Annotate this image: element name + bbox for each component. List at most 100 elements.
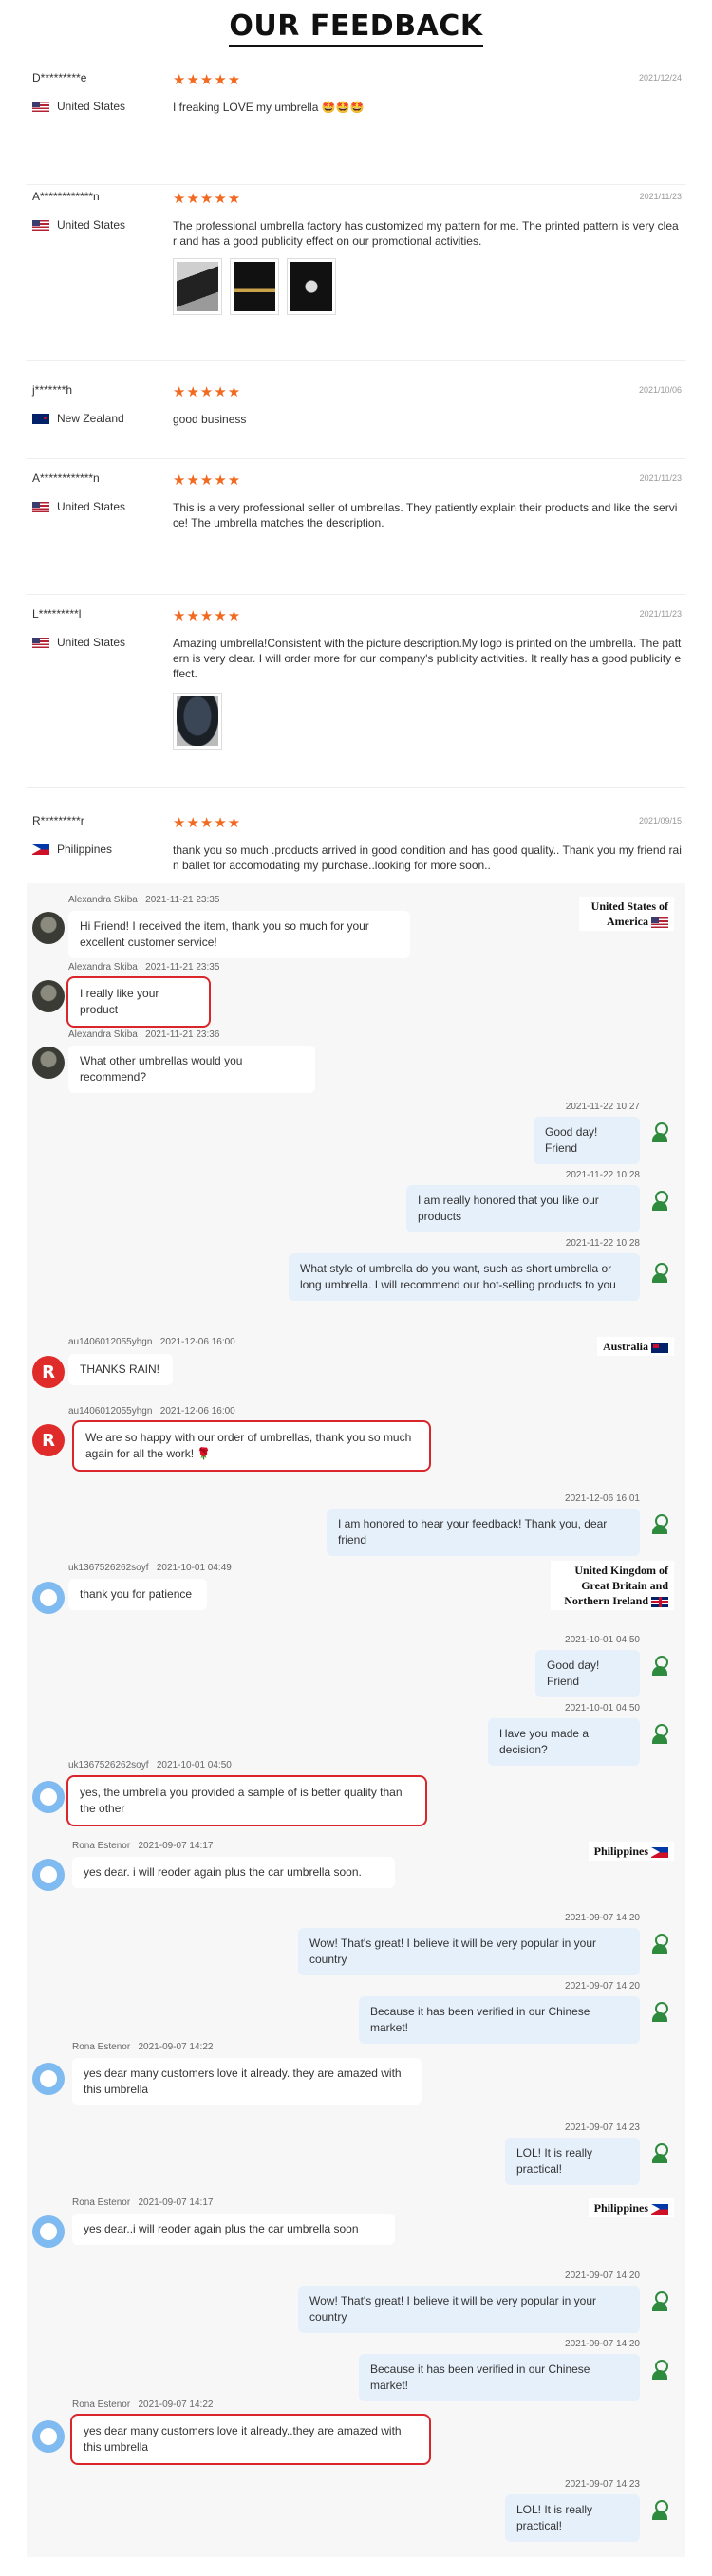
review-date: 2021/11/23 [639, 473, 682, 483]
message-meta: uk1367526262soyf 2021-10-01 04:49 [68, 1563, 232, 1573]
message-bubble: I am honored to hear your feedback! Than… [327, 1509, 640, 1556]
reviewer-country: United States [32, 218, 125, 232]
review-date: 2021/10/06 [638, 385, 682, 395]
message-meta: Rona Estenor 2021-09-07 14:22 [72, 2042, 214, 2052]
country-label: Philippines [588, 2198, 674, 2217]
us-flag-icon [32, 101, 49, 112]
reviewer-country: United States [32, 636, 125, 649]
agent-avatar-icon [651, 1514, 668, 1535]
message-bubble: thank you for patience [68, 1579, 207, 1610]
uk-flag-icon [651, 1596, 668, 1607]
review-item: D*********e United States ★★★★★ 2021/12/… [27, 71, 685, 185]
avatar: R [32, 1424, 65, 1456]
country-label: Philippines [588, 1842, 674, 1861]
review-photo[interactable] [230, 258, 279, 315]
us-flag-icon [32, 637, 49, 648]
message-bubble: yes, the umbrella you provided a sample … [66, 1775, 427, 1826]
message-meta: Rona Estenor 2021-09-07 14:17 [72, 2197, 214, 2208]
country-label: United States of America [579, 897, 674, 931]
message-bubble: What style of umbrella do you want, such… [289, 1253, 640, 1301]
message-bubble: yes dear many customers love it already.… [72, 2058, 422, 2105]
avatar [32, 1582, 65, 1614]
us-flag-icon [32, 219, 49, 231]
message-time: 2021-09-07 14:20 [565, 2270, 640, 2281]
message-time: 2021-09-07 14:20 [565, 1913, 640, 1923]
review-text: The professional umbrella factory has cu… [173, 219, 679, 248]
message-time: 2021-11-22 10:27 [565, 1102, 640, 1112]
ph-flag-icon [651, 2203, 668, 2215]
message-bubble: Wow! That's great! I believe it will be … [298, 2286, 640, 2333]
message-bubble: yes dear..i will reoder again plus the c… [72, 2214, 395, 2245]
agent-avatar-icon [651, 2360, 668, 2381]
reviewer-country: United States [32, 500, 125, 513]
review-item: A************n United States ★★★★★ 2021/… [27, 472, 685, 595]
reviewer-country: United States [32, 100, 125, 113]
star-rating: ★★★★★ [173, 473, 242, 489]
review-date: 2021/11/23 [639, 609, 682, 619]
agent-avatar-icon [651, 1724, 668, 1745]
review-photos [173, 693, 222, 750]
message-meta: uk1367526262soyf 2021-10-01 04:50 [68, 1760, 232, 1770]
review-photos [173, 258, 336, 315]
message-bubble: Because it has been verified in our Chin… [359, 1996, 640, 2044]
review-date: 2021/12/24 [638, 73, 682, 83]
chat-screenshots: United States of America Alexandra Skiba… [27, 883, 685, 2557]
message-bubble: What other umbrellas would you recommend… [68, 1046, 315, 1093]
message-meta: Alexandra Skiba 2021-11-21 23:35 [68, 895, 220, 905]
message-time: 2021-09-07 14:23 [565, 2479, 640, 2490]
review-date: 2021/09/15 [638, 816, 682, 825]
reviewer-name: R*********r [32, 814, 84, 827]
message-bubble: We are so happy with our order of umbrel… [72, 1420, 431, 1472]
agent-avatar-icon [651, 1191, 668, 1212]
star-rating: ★★★★★ [173, 608, 242, 624]
us-flag-icon [651, 917, 668, 928]
reviewer-name: A************n [32, 472, 100, 485]
message-time: 2021-10-01 04:50 [565, 1703, 640, 1714]
message-meta: Alexandra Skiba 2021-11-21 23:36 [68, 1029, 220, 1040]
message-time: 2021-09-07 14:20 [565, 1981, 640, 1992]
message-meta: au1406012055yhgn 2021-12-06 16:00 [68, 1406, 235, 1417]
au-flag-icon [651, 1342, 668, 1353]
message-meta: au1406012055yhgn 2021-12-06 16:00 [68, 1337, 235, 1347]
reviewer-name: L*********l [32, 607, 82, 621]
message-meta: Alexandra Skiba 2021-11-21 23:35 [68, 962, 220, 973]
agent-avatar-icon [651, 1122, 668, 1143]
message-time: 2021-10-01 04:50 [565, 1635, 640, 1645]
avatar [32, 1047, 65, 1079]
avatar: R [32, 1356, 65, 1388]
review-photo[interactable] [287, 258, 336, 315]
avatar [32, 2420, 65, 2453]
avatar [32, 912, 65, 944]
avatar [32, 2063, 65, 2095]
reviewer-country: New Zealand [32, 412, 124, 425]
avatar [32, 1859, 65, 1891]
agent-avatar-icon [651, 2500, 668, 2521]
reviewer-name: j*******h [32, 383, 73, 397]
nz-flag-icon [32, 413, 49, 424]
agent-avatar-icon [651, 2143, 668, 2164]
message-bubble: Because it has been verified in our Chin… [359, 2354, 640, 2401]
message-bubble: Hi Friend! I received the item, thank yo… [68, 911, 410, 958]
review-item: j*******h New Zealand ★★★★★ 2021/10/06 g… [27, 383, 685, 459]
agent-avatar-icon [651, 1934, 668, 1955]
star-rating: ★★★★★ [173, 191, 242, 207]
message-bubble: Have you made a decision? [488, 1718, 640, 1766]
star-rating: ★★★★★ [173, 815, 242, 831]
message-time: 2021-11-22 10:28 [565, 1170, 640, 1180]
review-photo[interactable] [173, 693, 222, 750]
us-flag-icon [32, 501, 49, 512]
avatar [32, 980, 65, 1012]
message-bubble: Wow! That's great! I believe it will be … [298, 1928, 640, 1975]
message-bubble: I am really honored that you like our pr… [406, 1185, 640, 1232]
country-label: Australia [597, 1337, 674, 1356]
reviewer-name: A************n [32, 190, 100, 203]
message-bubble: Good day! Friend [534, 1117, 640, 1164]
review-item: L*********l United States ★★★★★ 2021/11/… [27, 607, 685, 788]
agent-avatar-icon [651, 2291, 668, 2312]
review-photo[interactable] [173, 258, 222, 315]
agent-avatar-icon [651, 2002, 668, 2023]
message-bubble: yes dear. i will reoder again plus the c… [72, 1857, 395, 1888]
ph-flag-icon [32, 843, 49, 855]
message-time: 2021-09-07 14:20 [565, 2339, 640, 2349]
message-meta: Rona Estenor 2021-09-07 14:22 [72, 2400, 214, 2410]
